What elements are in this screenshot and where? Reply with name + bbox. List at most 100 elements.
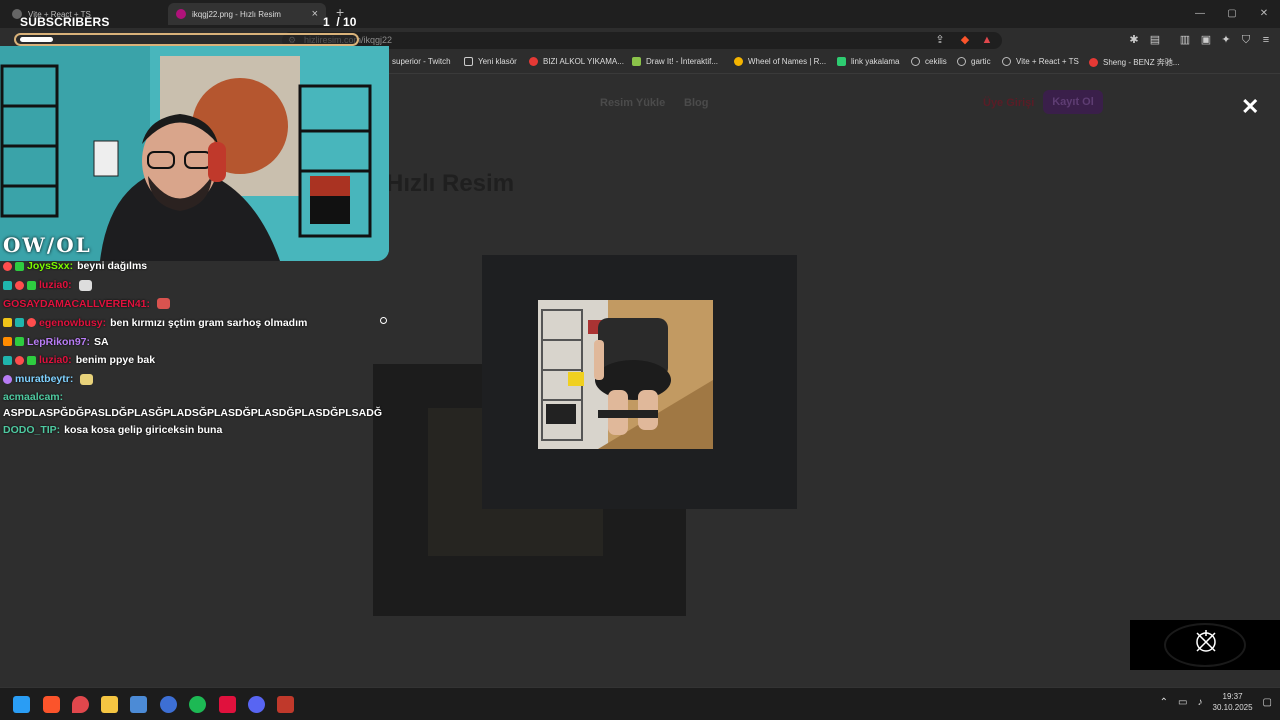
subscriber-counter: 1 / 10	[323, 15, 357, 29]
window-controls: — ▢ ✕	[1184, 0, 1280, 28]
vpn-icon[interactable]: ⛉	[1239, 33, 1253, 47]
chat-badge-icon	[3, 318, 12, 328]
globe-icon	[911, 57, 920, 66]
webcam-illustration	[0, 46, 389, 261]
webcam-feed	[0, 46, 389, 261]
chat-message: egenowbusy: ben kırmızı şçtim gram sarho…	[3, 313, 373, 332]
clock-time: 19:37	[1222, 692, 1243, 701]
chat-badge-icon	[3, 337, 12, 347]
chat-emote-icon	[157, 298, 171, 310]
register-button[interactable]: Kayıt Ol	[1043, 90, 1103, 114]
site-icon	[837, 57, 846, 66]
app-red-icon[interactable]	[219, 696, 236, 713]
bookmark-item[interactable]: gartic	[957, 57, 991, 66]
chat-emote-icon	[80, 373, 94, 385]
bookmark-item[interactable]: superior - Twitch	[392, 57, 451, 66]
folder-icon	[464, 57, 473, 66]
brave-shields-icon[interactable]: ◆	[958, 33, 972, 47]
site-icon	[1089, 58, 1098, 67]
file-explorer-icon[interactable]	[101, 696, 118, 713]
app-stream-icon[interactable]	[277, 696, 294, 713]
bookmark-item[interactable]: Sheng - BENZ 奔驰...	[1089, 57, 1179, 68]
chat-username[interactable]: luzia0:	[39, 279, 72, 291]
tab-close-icon[interactable]: ×	[312, 8, 318, 20]
chat-message: LepRikon97: SA	[3, 332, 373, 351]
chat-username[interactable]: JoysSxx:	[27, 260, 73, 272]
login-link[interactable]: Üye Girişi	[983, 97, 1034, 109]
share-icon[interactable]: ⇪	[933, 33, 947, 47]
notifications-icon[interactable]: ▢	[1263, 697, 1272, 708]
chat-text: ASPDLASPĞDĞPASLDĞPLASĞPLADSĞPLASDĞPLASDĞ…	[3, 406, 383, 419]
network-icon[interactable]: ▭	[1178, 697, 1187, 708]
chat-message-continued: ASPDLASPĞDĞPASLDĞPLASĞPLADSĞPLASDĞPLASDĞ…	[3, 405, 382, 421]
chat-message: luzia0:	[3, 276, 373, 295]
chat-username[interactable]: luzia0:	[39, 354, 72, 366]
extensions-icon[interactable]: ✱	[1127, 33, 1141, 47]
crosshair-logo-icon	[1196, 630, 1216, 652]
maps-pin-icon[interactable]	[72, 696, 89, 713]
url-bar[interactable]: ⚙ hizliresim.com/ikqgj22	[282, 32, 1002, 49]
globe-icon	[957, 57, 966, 66]
chat-message: GOSAYDAMACALLVEREN41:	[3, 295, 373, 314]
bookmark-item[interactable]: link yakalama	[837, 57, 899, 66]
chat-badge-icon	[15, 261, 24, 271]
chat-text: SA	[94, 335, 109, 348]
minimize-button[interactable]: —	[1184, 0, 1216, 28]
mouse-cursor	[380, 317, 387, 324]
bookmark-item[interactable]: Draw It! - İnteraktif...	[632, 57, 718, 66]
stream-corner-logo	[1130, 620, 1280, 670]
brave-rewards-icon[interactable]: ▲	[980, 33, 994, 47]
chat-username[interactable]: GOSAYDAMACALLVEREN41:	[3, 298, 150, 310]
chat-badge-icon	[27, 280, 36, 290]
chat-text: kosa kosa gelip giriceksin buna	[64, 423, 223, 436]
sidebar-icon[interactable]: ▥	[1178, 33, 1192, 47]
leo-ai-icon[interactable]: ✦	[1219, 33, 1233, 47]
windows-start-icon[interactable]	[13, 696, 30, 713]
discord-icon[interactable]	[248, 696, 265, 713]
chat-username[interactable]: acmaalcam:	[3, 391, 63, 403]
tab-hizli-resim[interactable]: ikqgj22.png - Hızlı Resim ×	[168, 3, 326, 25]
bookmark-item[interactable]: BIZI ALKOL YIKAMA...	[529, 57, 624, 66]
chat-badge-icon	[3, 280, 12, 290]
menu-icon[interactable]: ≡	[1259, 33, 1273, 47]
photo-illustration	[538, 300, 713, 449]
bookmark-item[interactable]: Wheel of Names | R...	[734, 57, 826, 66]
chat-username[interactable]: LepRikon97:	[27, 336, 90, 348]
chat-message: JoysSxx: beyni dağılms	[3, 257, 373, 276]
brave-browser-icon[interactable]	[43, 696, 60, 713]
chat-text: beyni dağılms	[77, 260, 148, 273]
bookmark-item[interactable]: Vite + React + TS	[1002, 57, 1079, 66]
lightbox-close-button[interactable]: ✕	[1241, 96, 1259, 118]
wallet-icon[interactable]: ▣	[1199, 33, 1213, 47]
subscriber-goal-fill	[20, 37, 54, 42]
uploaded-photo[interactable]	[538, 300, 713, 449]
steam-icon[interactable]	[130, 696, 147, 713]
lightbox-image-card	[482, 255, 797, 509]
close-window-button[interactable]: ✕	[1248, 0, 1280, 28]
chat-text: benim ppye bak	[75, 354, 156, 367]
site-brand: Hızlı Resim	[386, 170, 515, 197]
clock[interactable]: 19:37 30.10.2025	[1213, 691, 1253, 713]
tab-title: ikqgj22.png - Hızlı Resim	[192, 9, 281, 19]
chat-username[interactable]: egenowbusy:	[39, 317, 106, 329]
chat-text: ben kırmızı şçtim gram sarhoş olmadım	[110, 316, 308, 329]
channel-logo-text: OW/OL	[3, 233, 92, 257]
chat-badge-icon	[3, 261, 12, 271]
reading-list-icon[interactable]: ▤	[1148, 33, 1162, 47]
chevron-up-icon[interactable]: ⌃	[1160, 697, 1168, 708]
subscriber-goal-bar	[14, 33, 359, 46]
chat-badge-icon	[15, 337, 24, 347]
bookmark-item[interactable]: cekilis	[911, 57, 947, 66]
chat-username[interactable]: muratbeytr:	[15, 373, 73, 385]
nav-blog-link[interactable]: Blog	[684, 97, 708, 109]
bookmark-item[interactable]: Yeni klasör	[464, 57, 517, 66]
nav-upload-link[interactable]: Resim Yükle	[600, 97, 665, 109]
volume-icon[interactable]: ♪	[1198, 697, 1203, 708]
maximize-button[interactable]: ▢	[1216, 0, 1248, 28]
site-icon	[632, 57, 641, 66]
chat-badge-icon	[27, 318, 36, 328]
chat-username[interactable]: DODO_TIP:	[3, 424, 60, 436]
app-blue-icon[interactable]	[160, 696, 177, 713]
spotify-icon[interactable]	[189, 696, 206, 713]
chat-badge-icon	[27, 355, 36, 365]
